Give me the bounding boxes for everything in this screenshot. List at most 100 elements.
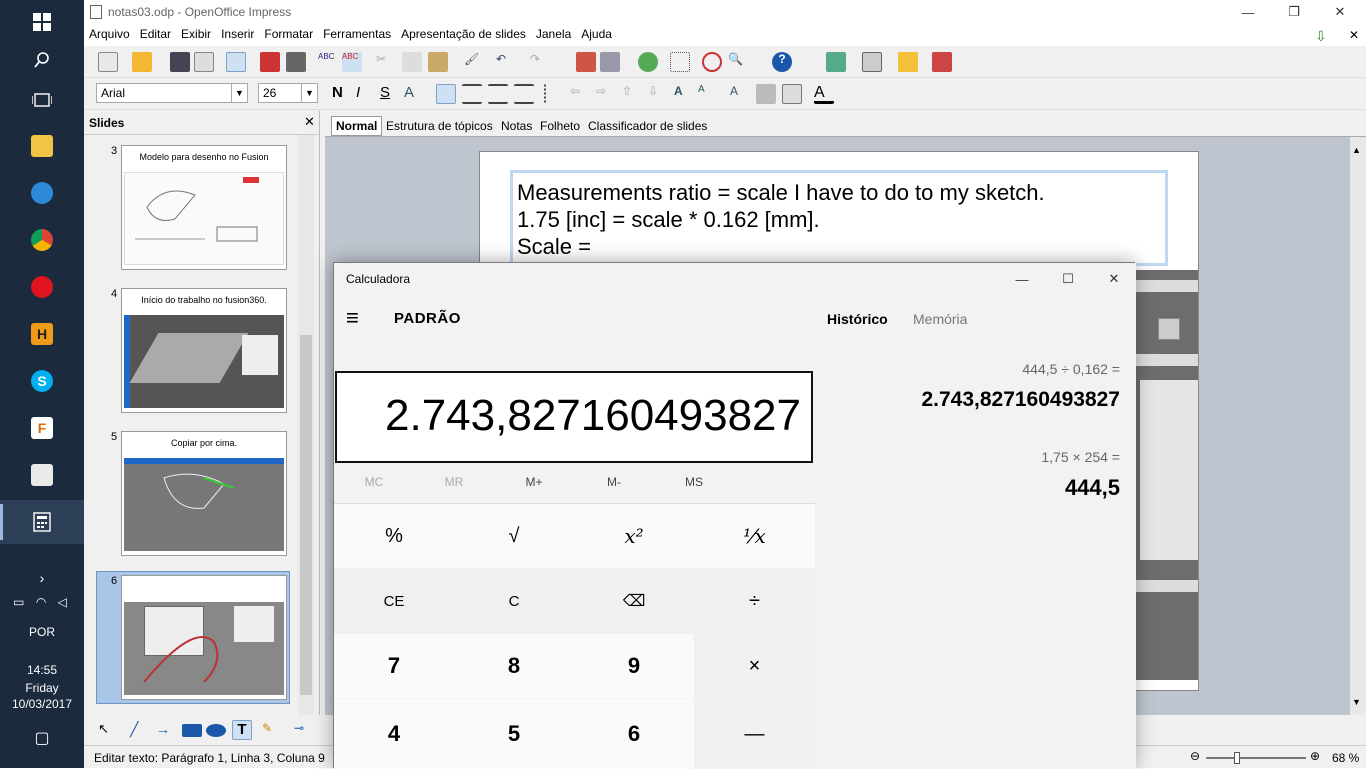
menu-inserir[interactable]: Inserir bbox=[216, 24, 259, 44]
search-button[interactable] bbox=[0, 38, 84, 82]
subtract-button[interactable]: — bbox=[694, 699, 815, 769]
zoom-icon[interactable]: 🔍 bbox=[728, 52, 748, 72]
menu-editar[interactable]: Editar bbox=[135, 24, 176, 44]
undo-icon[interactable]: ↶ bbox=[496, 52, 516, 72]
decrease-font-icon[interactable]: A bbox=[698, 84, 718, 104]
menu-exibir[interactable]: Exibir bbox=[176, 24, 216, 44]
zoom-in-icon[interactable]: ⊕ bbox=[1310, 749, 1320, 763]
paragraph-icon[interactable] bbox=[756, 84, 776, 104]
taskbar-openoffice[interactable] bbox=[0, 453, 84, 497]
menu-formatar[interactable]: Formatar bbox=[259, 24, 318, 44]
hamburger-menu-icon[interactable]: ≡ bbox=[346, 307, 359, 329]
demote-icon[interactable]: ⇦ bbox=[570, 84, 590, 104]
tab-notes[interactable]: Notas bbox=[496, 116, 537, 136]
table-icon[interactable] bbox=[600, 52, 620, 72]
bullets-icon[interactable] bbox=[544, 84, 564, 104]
edit-mode-icon[interactable] bbox=[226, 52, 246, 72]
connector-icon[interactable]: ⊸ bbox=[294, 721, 314, 741]
autospellcheck-icon[interactable]: ABC bbox=[342, 52, 362, 72]
minimize-button[interactable]: — bbox=[1225, 0, 1271, 24]
print-icon[interactable] bbox=[286, 52, 306, 72]
copy-icon[interactable] bbox=[402, 52, 422, 72]
save-icon[interactable] bbox=[170, 52, 190, 72]
paste-icon[interactable] bbox=[428, 52, 448, 72]
memory-subtract-button[interactable]: M- bbox=[574, 475, 654, 489]
font-name-select[interactable]: Arial ▼ bbox=[96, 83, 248, 103]
backspace-icon[interactable]: ⌫ bbox=[574, 569, 694, 633]
zoom-level[interactable]: 68 % bbox=[1332, 751, 1359, 765]
history-result[interactable]: 444,5 bbox=[1065, 475, 1120, 501]
help-icon[interactable]: ? bbox=[772, 52, 792, 72]
digit-8-button[interactable]: 8 bbox=[454, 634, 574, 698]
slide-thumbnail-5[interactable]: Copiar por cima. bbox=[121, 431, 287, 556]
close-button[interactable]: ✕ bbox=[1317, 0, 1363, 24]
new-icon[interactable] bbox=[98, 52, 118, 72]
move-down-icon[interactable]: ⇩ bbox=[648, 84, 668, 104]
export-pdf-icon[interactable] bbox=[260, 52, 280, 72]
menu-janela[interactable]: Janela bbox=[531, 24, 576, 44]
taskbar-file-explorer[interactable] bbox=[0, 124, 84, 168]
taskbar-opera[interactable] bbox=[0, 265, 84, 309]
tray-icons[interactable]: ▭ ◠ ◁ bbox=[0, 595, 84, 609]
taskbar-thunderbird[interactable] bbox=[0, 171, 84, 215]
calc-maximize-button[interactable]: ☐ bbox=[1045, 267, 1091, 291]
workspace-scrollbar[interactable]: ▲ ▼ bbox=[1350, 137, 1366, 715]
square-button[interactable]: x² bbox=[574, 504, 694, 568]
slide-thumbnail-6[interactable] bbox=[121, 575, 287, 700]
tray-day[interactable]: Friday bbox=[0, 681, 84, 695]
slide-thumbnail-3[interactable]: Modelo para desenho no Fusion bbox=[121, 145, 287, 270]
align-center-icon[interactable] bbox=[462, 84, 482, 104]
taskbar-chrome[interactable] bbox=[0, 218, 84, 262]
download-update-icon[interactable]: ⇩ bbox=[1310, 25, 1332, 48]
calc-close-button[interactable]: ✕ bbox=[1091, 267, 1137, 291]
open-icon[interactable] bbox=[132, 52, 152, 72]
tab-history[interactable]: Histórico bbox=[827, 311, 888, 327]
menu-ajuda[interactable]: Ajuda bbox=[576, 24, 617, 44]
navigator-icon[interactable] bbox=[702, 52, 722, 72]
reciprocal-button[interactable]: ¹⁄x bbox=[694, 504, 815, 568]
shadow-icon[interactable]: A bbox=[404, 84, 424, 104]
email-icon[interactable] bbox=[194, 52, 214, 72]
menu-apresentacao[interactable]: Apresentação de slides bbox=[396, 24, 531, 44]
ellipse-icon[interactable] bbox=[206, 724, 226, 737]
character-icon[interactable]: A bbox=[730, 84, 750, 104]
slide-show-icon[interactable] bbox=[932, 52, 952, 72]
task-view-button[interactable] bbox=[0, 78, 84, 122]
chart-icon[interactable] bbox=[576, 52, 596, 72]
slide-show-settings-icon[interactable] bbox=[898, 52, 918, 72]
notifications-icon[interactable]: ▢ bbox=[0, 728, 84, 748]
bullets-numbering-icon[interactable] bbox=[782, 84, 802, 104]
curve-icon[interactable]: ✎ bbox=[262, 721, 282, 741]
zoom-out-icon[interactable]: ⊖ bbox=[1190, 749, 1200, 763]
spellcheck-icon[interactable]: ABC bbox=[318, 52, 338, 72]
divide-button[interactable]: ÷ bbox=[694, 569, 815, 633]
history-result[interactable]: 2.743,827160493827 bbox=[921, 388, 1120, 412]
calc-minimize-button[interactable]: — bbox=[999, 267, 1045, 291]
multiply-button[interactable]: × bbox=[694, 634, 815, 698]
clear-button[interactable]: C bbox=[454, 569, 574, 633]
memory-clear-button[interactable]: MC bbox=[334, 475, 414, 489]
memory-recall-button[interactable]: MR bbox=[414, 475, 494, 489]
fontwork-icon[interactable] bbox=[638, 52, 658, 72]
percent-button[interactable]: % bbox=[334, 504, 454, 568]
increase-font-icon[interactable]: A bbox=[674, 84, 694, 104]
close-document-icon[interactable]: ✕ bbox=[1344, 25, 1364, 45]
tab-handout[interactable]: Folheto bbox=[535, 116, 585, 136]
slide-layout-icon[interactable] bbox=[826, 52, 846, 72]
move-up-icon[interactable]: ⇧ bbox=[622, 84, 642, 104]
menu-arquivo[interactable]: Arquivo bbox=[84, 24, 135, 44]
align-left-icon[interactable] bbox=[436, 84, 456, 104]
promote-icon[interactable]: ⇨ bbox=[596, 84, 616, 104]
align-right-icon[interactable] bbox=[488, 84, 508, 104]
sqrt-button[interactable]: √ bbox=[454, 504, 574, 568]
history-expression[interactable]: 444,5 ÷ 0,162 = bbox=[1022, 361, 1120, 377]
restore-button[interactable]: ❐ bbox=[1271, 0, 1317, 24]
tray-date[interactable]: 10/03/2017 bbox=[0, 697, 84, 711]
bold-icon[interactable]: N bbox=[332, 84, 352, 104]
digit-5-button[interactable]: 5 bbox=[454, 699, 574, 769]
digit-6-button[interactable]: 6 bbox=[574, 699, 694, 769]
tab-outline[interactable]: Estrutura de tópicos bbox=[381, 116, 498, 136]
taskbar-fusion[interactable]: F bbox=[0, 406, 84, 450]
memory-add-button[interactable]: M+ bbox=[494, 475, 574, 489]
font-size-select[interactable]: 26 ▼ bbox=[258, 83, 318, 103]
